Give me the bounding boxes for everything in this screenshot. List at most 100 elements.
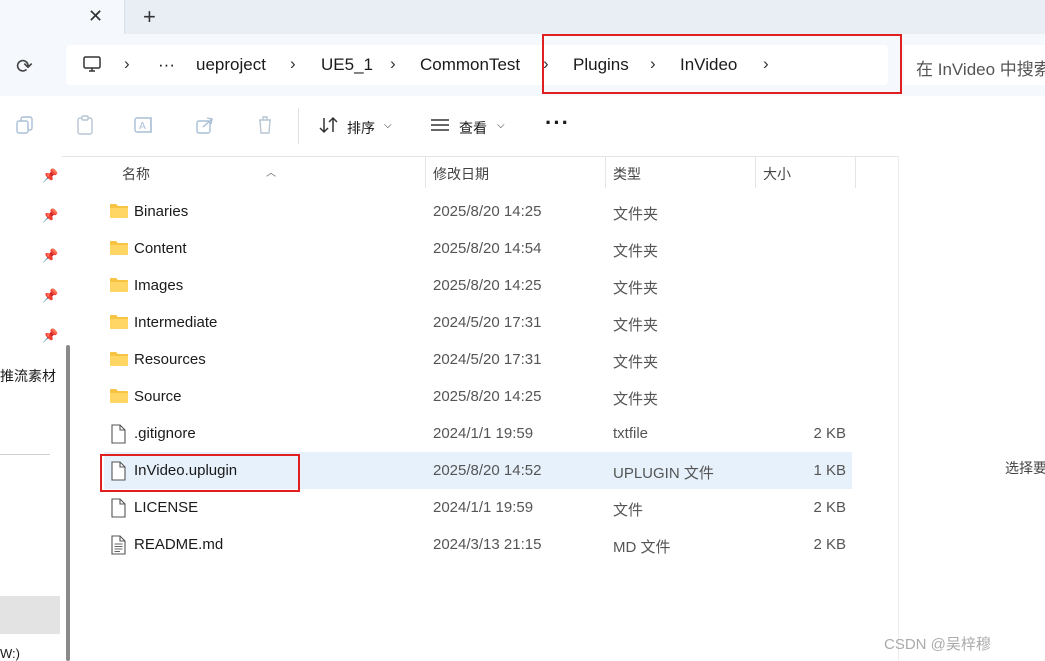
sort-ascending-icon: ︿ bbox=[266, 168, 276, 179]
file-name: .gitignore bbox=[134, 425, 196, 442]
file-date: 2024/5/20 17:31 bbox=[433, 314, 542, 331]
breadcrumb-ueproject[interactable]: ueproject bbox=[196, 55, 266, 75]
chevron-right-icon[interactable]: › bbox=[124, 54, 130, 74]
file-row[interactable]: README.md 2024/3/13 21:15 MD 文件 2 KB bbox=[104, 526, 852, 563]
text-file-icon bbox=[109, 535, 127, 559]
copy-icon[interactable] bbox=[14, 114, 36, 136]
quick-access-item[interactable]: 推流素材 bbox=[0, 366, 56, 386]
file-name: Content bbox=[134, 240, 187, 257]
sort-button[interactable]: 排序 bbox=[347, 118, 375, 138]
file-icon bbox=[109, 498, 127, 522]
drive-item[interactable]: W:) bbox=[0, 646, 20, 661]
chevron-right-icon[interactable]: › bbox=[390, 54, 396, 74]
watermark: CSDN @吴梓穆 bbox=[884, 636, 991, 653]
rename-icon[interactable]: A bbox=[133, 114, 155, 136]
folder-icon bbox=[109, 202, 129, 224]
tab-strip: ✕ + bbox=[0, 0, 1045, 34]
column-separator[interactable] bbox=[855, 156, 856, 188]
paste-icon[interactable] bbox=[74, 114, 96, 136]
breadcrumb-commontest[interactable]: CommonTest bbox=[420, 55, 520, 75]
nav-scrollbar[interactable] bbox=[66, 345, 70, 661]
preview-pane: 选择要 bbox=[898, 156, 1045, 661]
highlight-box-file bbox=[100, 454, 300, 492]
folder-icon bbox=[109, 276, 129, 298]
folder-icon bbox=[109, 387, 129, 409]
file-name: Binaries bbox=[134, 203, 189, 220]
nav-divider bbox=[0, 454, 50, 455]
file-date: 2025/8/20 14:52 bbox=[433, 462, 542, 479]
file-row[interactable]: Resources 2024/5/20 17:31 文件夹 bbox=[104, 341, 852, 378]
file-name: Images bbox=[134, 277, 184, 294]
folder-icon bbox=[109, 239, 129, 261]
file-row[interactable]: Binaries 2025/8/20 14:25 文件夹 bbox=[104, 193, 852, 230]
view-button[interactable]: 查看 bbox=[459, 118, 487, 138]
preview-message: 选择要 bbox=[1005, 460, 1045, 476]
tab-current[interactable]: ✕ bbox=[0, 0, 125, 34]
file-type: txtfile bbox=[613, 425, 649, 442]
delete-icon[interactable] bbox=[254, 114, 276, 136]
pin-icon[interactable]: 📌 bbox=[42, 168, 58, 184]
pin-icon[interactable]: 📌 bbox=[42, 248, 58, 264]
file-date: 2025/8/20 14:25 bbox=[433, 203, 542, 220]
column-separator[interactable] bbox=[605, 156, 606, 188]
more-options-button[interactable]: ··· bbox=[545, 110, 570, 136]
file-date: 2024/1/1 19:59 bbox=[433, 425, 534, 442]
file-type: 文件 bbox=[613, 502, 644, 519]
file-name: LICENSE bbox=[134, 499, 199, 516]
file-list: 名称 ︿ 修改日期 类型 大小 Binaries 2025/8/20 14:25 文… bbox=[80, 156, 898, 661]
file-row[interactable]: .gitignore 2024/1/1 19:59 txtfile 2 KB bbox=[104, 415, 852, 452]
file-type: 文件夹 bbox=[613, 354, 659, 371]
refresh-icon[interactable]: ⟳ bbox=[16, 54, 33, 79]
file-type: 文件夹 bbox=[613, 206, 659, 223]
svg-text:A: A bbox=[139, 121, 146, 132]
file-date: 2024/3/13 21:15 bbox=[433, 536, 542, 553]
computer-icon[interactable] bbox=[82, 54, 102, 74]
file-date: 2025/8/20 14:25 bbox=[433, 277, 542, 294]
pin-icon[interactable]: 📌 bbox=[42, 328, 58, 344]
search-placeholder: 在 InVideo 中搜索 bbox=[916, 60, 1045, 79]
column-size[interactable]: 大小 bbox=[763, 164, 791, 184]
chevron-down-icon[interactable]: ⌵ bbox=[384, 120, 392, 131]
chevron-down-icon[interactable]: ⌵ bbox=[497, 120, 505, 131]
file-name: README.md bbox=[134, 536, 224, 553]
search-input[interactable]: 在 InVideo 中搜索 bbox=[904, 45, 1045, 85]
share-icon[interactable] bbox=[194, 114, 216, 136]
file-size: 1 KB bbox=[813, 462, 846, 479]
file-size: 2 KB bbox=[813, 536, 846, 553]
file-row[interactable]: LICENSE 2024/1/1 19:59 文件 2 KB bbox=[104, 489, 852, 526]
folder-icon bbox=[109, 350, 129, 372]
file-date: 2024/5/20 17:31 bbox=[433, 351, 542, 368]
view-icon[interactable] bbox=[429, 114, 451, 136]
breadcrumb-overflow[interactable]: ··· bbox=[158, 55, 175, 75]
column-separator[interactable] bbox=[425, 156, 426, 188]
plus-icon[interactable]: + bbox=[143, 4, 156, 30]
file-date: 2024/1/1 19:59 bbox=[433, 499, 534, 516]
close-icon[interactable]: ✕ bbox=[88, 6, 103, 27]
nav-selected-item[interactable] bbox=[0, 596, 60, 634]
file-size: 2 KB bbox=[813, 425, 846, 442]
breadcrumb-ue5-1[interactable]: UE5_1 bbox=[321, 55, 373, 75]
folder-icon bbox=[109, 313, 129, 335]
file-type: 文件夹 bbox=[613, 317, 659, 334]
pin-icon[interactable]: 📌 bbox=[42, 288, 58, 304]
file-row[interactable]: Intermediate 2024/5/20 17:31 文件夹 bbox=[104, 304, 852, 341]
file-type: 文件夹 bbox=[613, 243, 659, 260]
file-date: 2025/8/20 14:54 bbox=[433, 240, 542, 257]
column-type[interactable]: 类型 bbox=[613, 164, 641, 184]
column-separator[interactable] bbox=[755, 156, 756, 188]
file-row[interactable]: Source 2025/8/20 14:25 文件夹 bbox=[104, 378, 852, 415]
command-toolbar: A 排序 ⌵ 查看 ⌵ ··· bbox=[0, 96, 1045, 157]
chevron-right-icon[interactable]: › bbox=[290, 54, 296, 74]
file-row[interactable]: Images 2025/8/20 14:25 文件夹 bbox=[104, 267, 852, 304]
file-icon bbox=[109, 424, 127, 448]
pin-icon[interactable]: 📌 bbox=[42, 208, 58, 224]
file-name: Resources bbox=[134, 351, 206, 368]
file-name: Source bbox=[134, 388, 182, 405]
sort-icon[interactable] bbox=[318, 114, 340, 136]
column-date[interactable]: 修改日期 bbox=[433, 164, 489, 184]
file-type: 文件夹 bbox=[613, 391, 659, 408]
file-row[interactable]: Content 2025/8/20 14:54 文件夹 bbox=[104, 230, 852, 267]
file-type: MD 文件 bbox=[613, 539, 671, 556]
highlight-box-path bbox=[542, 34, 902, 94]
column-name[interactable]: 名称 bbox=[122, 164, 150, 184]
